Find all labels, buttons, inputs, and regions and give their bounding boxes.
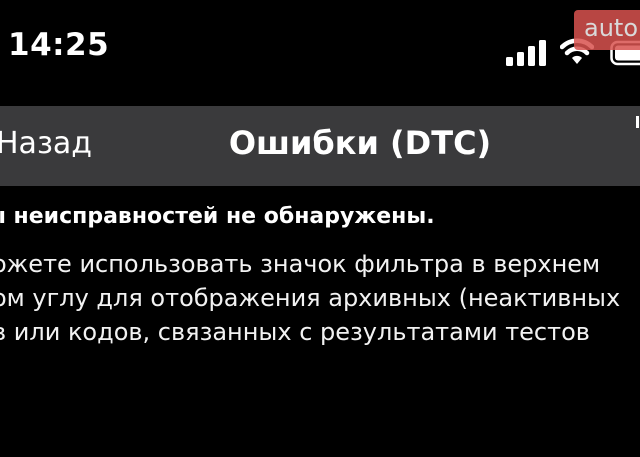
no-dtc-heading: ы неисправностей не обнаружены. — [0, 204, 435, 229]
watermark-logo: auto — [574, 10, 640, 50]
message-line: ом углу для отображения архивных (неакти… — [0, 284, 621, 312]
message-line: ожете использовать значок фильтра в верх… — [0, 250, 601, 278]
watermark-text: auto — [584, 14, 639, 42]
dtc-message-area: ы неисправностей не обнаружены. ожете ис… — [0, 186, 640, 457]
navigation-bar: Назад Ошибки (DTC) — [0, 106, 640, 186]
filter-icon[interactable] — [634, 116, 640, 134]
status-time: 14:25 — [8, 27, 110, 63]
signal-bars-icon — [506, 40, 546, 66]
status-bar: 14:25 auto — [0, 0, 640, 106]
message-line: в или кодов, связанных с результатами те… — [0, 318, 590, 346]
page-title: Ошибки (DTC) — [228, 124, 492, 162]
